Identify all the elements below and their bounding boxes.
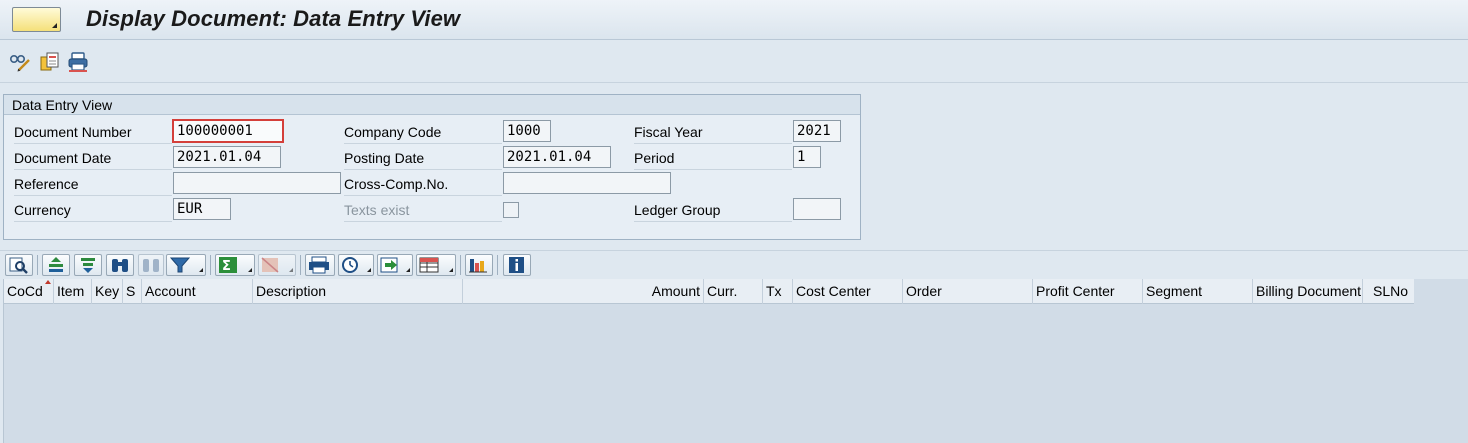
ledger-group-label: Ledger Group (634, 200, 792, 222)
column-header-item[interactable]: Item (54, 279, 92, 304)
filter-button[interactable] (166, 254, 206, 276)
fiscal-year-field[interactable]: 2021 (793, 120, 841, 142)
data-entry-view-group: Data Entry View Document Number 10000000… (3, 94, 861, 240)
column-header-s[interactable]: S (123, 279, 142, 304)
document-number-label: Document Number (14, 122, 172, 144)
column-header-cocd[interactable]: CoCd (4, 279, 54, 304)
sort-ascending-button[interactable] (42, 254, 70, 276)
layout-grid-icon (419, 257, 439, 273)
column-header-tax[interactable]: Tx (763, 279, 793, 304)
column-header-slno[interactable]: SLNo (1363, 279, 1413, 304)
sum-icon: Σ (219, 257, 237, 274)
chevron-down-icon (195, 268, 203, 272)
bar-chart-icon (469, 259, 487, 273)
company-code-label: Company Code (344, 122, 502, 144)
chevron-down-icon (363, 268, 371, 272)
subtotal-button[interactable] (258, 254, 296, 276)
binoculars-next-icon (143, 259, 159, 272)
document-date-label: Document Date (14, 148, 172, 170)
glasses-pencil-icon[interactable] (9, 51, 31, 73)
document-date-field[interactable]: 2021.01.04 (173, 146, 281, 168)
sort-indicator-icon (45, 280, 51, 284)
column-header-profit-center[interactable]: Profit Center (1033, 279, 1143, 304)
column-header-amount[interactable]: Amount (463, 279, 704, 304)
chevron-down-icon (402, 268, 410, 272)
company-code-field[interactable]: 1000 (503, 120, 551, 142)
print-preview-icon (309, 256, 329, 274)
period-field[interactable]: 1 (793, 146, 821, 168)
sort-descending-button[interactable] (74, 254, 102, 276)
cross-comp-field[interactable] (503, 172, 671, 194)
export-button[interactable] (377, 254, 413, 276)
binoculars-icon (112, 259, 128, 272)
application-toolbar (0, 41, 1468, 83)
separator (300, 255, 301, 275)
column-header-segment[interactable]: Segment (1143, 279, 1253, 304)
find-next-button[interactable] (138, 254, 164, 276)
cross-comp-label: Cross-Comp.No. (344, 174, 502, 196)
column-header-description[interactable]: Description (253, 279, 463, 304)
total-button[interactable]: Σ (215, 254, 255, 276)
separator (497, 255, 498, 275)
details-button[interactable] (5, 254, 33, 276)
column-header-order[interactable]: Order (903, 279, 1033, 304)
period-label: Period (634, 148, 792, 170)
separator (210, 255, 211, 275)
column-header-billing-document[interactable]: Billing Document (1253, 279, 1363, 304)
svg-text:Σ: Σ (222, 259, 231, 274)
subtotal-icon (261, 257, 279, 273)
currency-field[interactable]: EUR (173, 198, 231, 220)
separator (37, 255, 38, 275)
document-number-field[interactable]: 100000001 (172, 119, 284, 143)
column-header-key[interactable]: Key (92, 279, 123, 304)
layout-button[interactable] (416, 254, 456, 276)
info-button[interactable] (503, 254, 531, 276)
posting-date-field[interactable]: 2021.01.04 (503, 146, 611, 168)
reference-field[interactable] (173, 172, 341, 194)
alv-toolbar: Σ (0, 250, 1468, 278)
sort-descending-icon (81, 258, 95, 273)
clock-view-icon (342, 257, 358, 273)
printer-icon[interactable] (67, 51, 89, 73)
find-button[interactable] (106, 254, 134, 276)
magnifier-icon (9, 257, 28, 274)
filter-icon (169, 257, 191, 273)
posting-date-label: Posting Date (344, 148, 502, 170)
views-button[interactable] (338, 254, 374, 276)
documents-icon[interactable] (39, 51, 61, 73)
menu-button[interactable] (12, 7, 61, 32)
info-icon (509, 257, 524, 273)
chevron-down-icon (445, 268, 453, 272)
texts-exist-label: Texts exist (344, 200, 502, 222)
page-title: Display Document: Data Entry View (86, 6, 461, 31)
grid-header: CoCd Item Key S Account Description Amou… (4, 279, 1414, 304)
texts-exist-checkbox[interactable] (503, 202, 519, 218)
export-icon (380, 257, 398, 273)
graphic-button[interactable] (465, 254, 493, 276)
separator (460, 255, 461, 275)
group-title: Data Entry View (4, 95, 860, 115)
line-item-grid: CoCd Item Key S Account Description Amou… (3, 279, 1468, 443)
chevron-down-icon (47, 23, 57, 28)
print-preview-button[interactable] (305, 254, 335, 276)
reference-label: Reference (14, 174, 172, 196)
sort-ascending-icon (49, 257, 63, 272)
fiscal-year-label: Fiscal Year (634, 122, 792, 144)
chevron-down-icon (244, 268, 252, 272)
column-header-currency[interactable]: Curr. (704, 279, 763, 304)
currency-label: Currency (14, 200, 172, 222)
chevron-down-icon (285, 268, 293, 272)
column-header-cost-center[interactable]: Cost Center (793, 279, 903, 304)
title-bar: Display Document: Data Entry View (0, 0, 1468, 40)
ledger-group-field[interactable] (793, 198, 841, 220)
column-header-account[interactable]: Account (142, 279, 253, 304)
